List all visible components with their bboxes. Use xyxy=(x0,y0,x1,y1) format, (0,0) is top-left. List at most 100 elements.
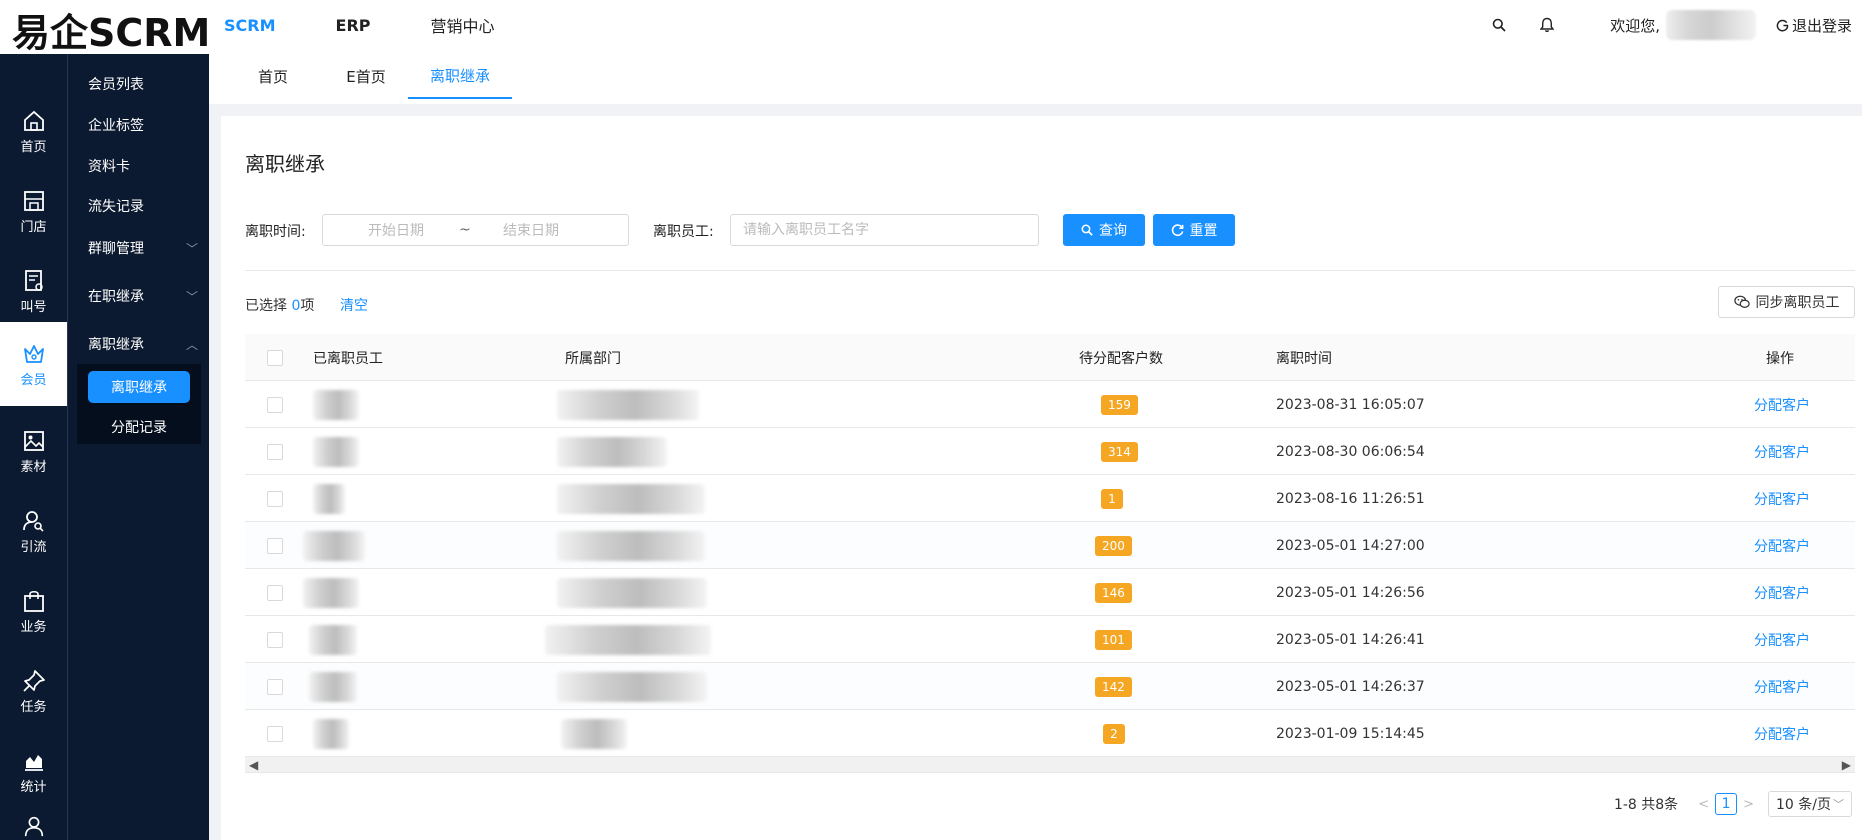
table-row: 101 2023-05-01 14:26:41 分配客户 xyxy=(245,616,1855,663)
search-icon[interactable] xyxy=(1490,16,1508,34)
sidebar-item-group-chat[interactable]: 群聊管理 ﹀ xyxy=(88,238,198,258)
clear-selection-link[interactable]: 清空 xyxy=(340,295,368,315)
icon-sidebar: 首页 门店 叫号 会员 素材 引流 业务 任务 统计 xyxy=(0,54,67,840)
search-icon xyxy=(1081,224,1093,236)
table-row: 159 2023-08-31 16:05:07 分配客户 xyxy=(245,381,1855,428)
top-right-actions: 欢迎您, 退出登录 xyxy=(1490,0,1852,50)
tab-home[interactable]: 首页 xyxy=(247,54,299,99)
row-checkbox[interactable] xyxy=(267,490,283,507)
row-checkbox[interactable] xyxy=(267,443,283,460)
scroll-left-icon[interactable]: ◀ xyxy=(249,757,258,773)
search-button[interactable]: 查询 xyxy=(1063,214,1145,246)
row-checkbox[interactable] xyxy=(267,396,283,413)
store-icon xyxy=(23,190,44,211)
assign-customers-link[interactable]: 分配客户 xyxy=(1754,442,1810,462)
page-1-button[interactable]: 1 xyxy=(1715,793,1738,815)
queue-icon xyxy=(24,269,43,291)
sidebar-item-onjob-inherit[interactable]: 在职继承 ﹀ xyxy=(88,286,198,306)
start-date-placeholder[interactable]: 开始日期 xyxy=(368,220,424,240)
home-icon xyxy=(23,110,44,131)
reset-button[interactable]: 重置 xyxy=(1153,214,1235,246)
assign-customers-link[interactable]: 分配客户 xyxy=(1754,724,1810,744)
pin-icon xyxy=(22,669,45,692)
resigned-employees-table: 已离职员工 所属部门 待分配客户数 离职时间 操作 159 2023-08-31… xyxy=(245,334,1855,773)
horizontal-scrollbar[interactable]: ◀ ▶ xyxy=(245,757,1855,773)
department-blurred xyxy=(545,624,711,655)
department-blurred xyxy=(557,530,705,561)
leave-time-label: 离职时间: xyxy=(245,224,306,240)
iconbar-item-task[interactable]: 任务 xyxy=(0,652,67,730)
department-blurred xyxy=(557,483,705,514)
row-checkbox[interactable] xyxy=(267,631,283,648)
assign-customers-link[interactable]: 分配客户 xyxy=(1754,583,1810,603)
iconbar-item-queue[interactable]: 叫号 xyxy=(0,252,67,330)
employee-name-blurred xyxy=(303,577,359,608)
crown-icon xyxy=(23,344,44,363)
row-checkbox[interactable] xyxy=(267,725,283,742)
next-page-button[interactable]: > xyxy=(1743,797,1754,812)
sub-sidebar: 会员列表 企业标签 资料卡 流失记录 群聊管理 ﹀ 在职继承 ﹀ 离职继承 ︿ … xyxy=(67,54,209,840)
user-name-blurred xyxy=(1665,10,1756,40)
tab-resign-inherit[interactable]: 离职继承 xyxy=(408,54,512,99)
topnav-marketing[interactable]: 营销中心 xyxy=(431,13,495,37)
sidebar-item-enterprise-tags[interactable]: 企业标签 xyxy=(88,115,198,135)
tabs-divider xyxy=(209,104,1862,116)
leave-time: 2023-05-01 14:26:37 xyxy=(1276,678,1425,695)
sidebar-subitem-assign-records[interactable]: 分配记录 xyxy=(88,411,190,443)
iconbar-item-stats[interactable]: 统计 xyxy=(0,732,67,810)
tab-e-home[interactable]: E首页 xyxy=(334,54,398,99)
iconbar-item-home[interactable]: 首页 xyxy=(0,92,67,170)
pending-count-badge: 142 xyxy=(1095,676,1132,697)
logout-button[interactable]: 退出登录 xyxy=(1776,15,1852,36)
prev-page-button[interactable]: < xyxy=(1698,797,1709,812)
sidebar-item-member-list[interactable]: 会员列表 xyxy=(88,74,198,94)
pending-count-badge: 2 xyxy=(1103,723,1125,744)
assign-customers-link[interactable]: 分配客户 xyxy=(1754,536,1810,556)
user-search-icon xyxy=(22,510,44,532)
date-range-picker[interactable]: 开始日期 ~ 结束日期 xyxy=(322,214,629,246)
row-checkbox[interactable] xyxy=(267,537,283,554)
assign-customers-link[interactable]: 分配客户 xyxy=(1754,677,1810,697)
sidebar-item-profile-card[interactable]: 资料卡 xyxy=(88,156,198,176)
sync-resigned-employees-button[interactable]: 同步离职员工 xyxy=(1718,286,1855,318)
iconbar-item-store[interactable]: 门店 xyxy=(0,172,67,250)
employee-name-blurred xyxy=(313,718,349,749)
sidebar-subitem-resign-inherit[interactable]: 离职继承 xyxy=(88,371,190,403)
leave-time: 2023-08-31 16:05:07 xyxy=(1276,396,1425,413)
assign-customers-link[interactable]: 分配客户 xyxy=(1754,489,1810,509)
assign-customers-link[interactable]: 分配客户 xyxy=(1754,395,1810,415)
select-all-checkbox[interactable] xyxy=(267,349,283,366)
employee-search-input[interactable] xyxy=(730,214,1039,246)
assign-customers-link[interactable]: 分配客户 xyxy=(1754,630,1810,650)
iconbar-item-material[interactable]: 素材 xyxy=(0,412,67,490)
iconbar-item-traffic[interactable]: 引流 xyxy=(0,492,67,570)
row-checkbox[interactable] xyxy=(267,584,283,601)
sidebar-item-resign-inherit[interactable]: 离职继承 ︿ xyxy=(88,334,198,354)
topnav-erp[interactable]: ERP xyxy=(336,16,371,35)
pending-count-badge: 1 xyxy=(1101,488,1123,509)
end-date-placeholder[interactable]: 结束日期 xyxy=(503,220,559,240)
topnav-scrm[interactable]: SCRM xyxy=(224,16,276,35)
scroll-right-icon[interactable]: ▶ xyxy=(1842,757,1851,773)
chart-icon xyxy=(24,754,43,771)
row-checkbox[interactable] xyxy=(267,678,283,695)
logout-label: 退出登录 xyxy=(1791,16,1852,35)
leave-time: 2023-05-01 14:26:41 xyxy=(1276,631,1425,648)
department-blurred xyxy=(557,577,707,608)
leave-time: 2023-08-16 11:26:51 xyxy=(1276,490,1425,507)
employee-name-blurred xyxy=(313,436,359,467)
employee-name-blurred xyxy=(309,671,357,702)
bell-icon[interactable] xyxy=(1538,16,1556,34)
date-range-separator: ~ xyxy=(459,222,471,238)
sidebar-item-churn-records[interactable]: 流失记录 xyxy=(88,196,198,216)
iconbar-item-member[interactable]: 会员 xyxy=(0,322,67,406)
image-icon xyxy=(23,430,44,451)
pending-count-badge: 200 xyxy=(1095,535,1132,556)
page-size-select[interactable]: 10 条/页 ﹀ xyxy=(1768,791,1852,817)
welcome-text: 欢迎您, xyxy=(1610,16,1660,35)
app-logo: 易企SCRM xyxy=(12,11,211,55)
iconbar-item-user[interactable] xyxy=(0,806,67,840)
pagination-total: 1-8 共8条 xyxy=(1613,797,1679,813)
table-header: 已离职员工 所属部门 待分配客户数 离职时间 操作 xyxy=(245,334,1855,381)
iconbar-item-business[interactable]: 业务 xyxy=(0,572,67,650)
